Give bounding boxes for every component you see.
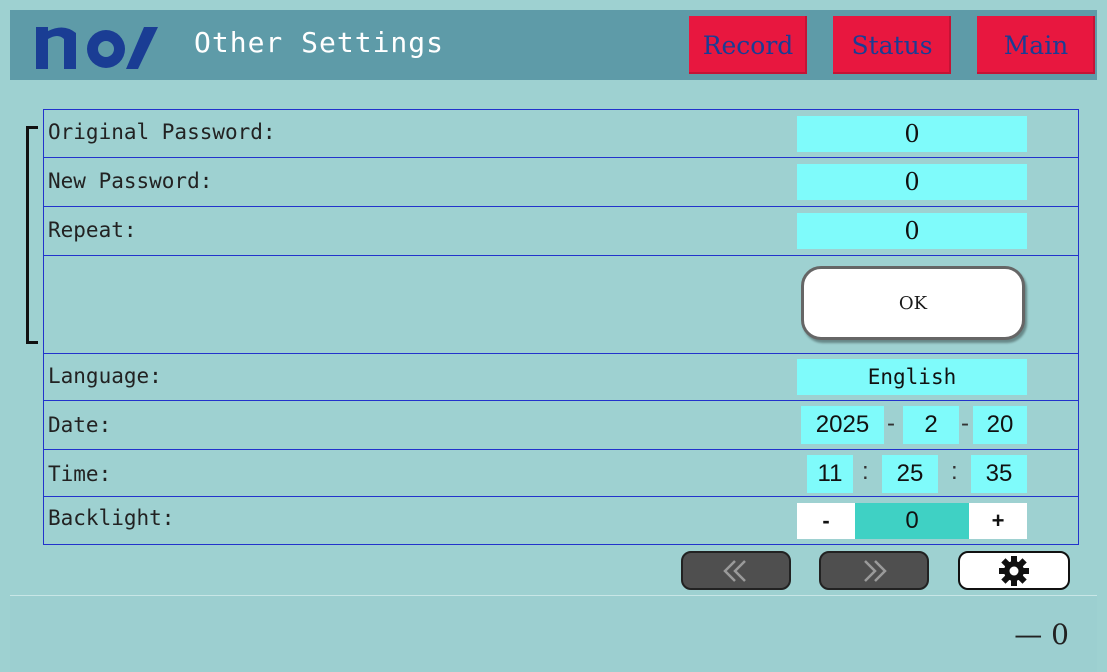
settings-button[interactable] [958, 551, 1070, 590]
backlight-increase-button[interactable]: + [969, 503, 1027, 539]
footer-value: — 0 [1014, 618, 1069, 651]
page-title: Other Settings [194, 26, 445, 59]
new-password-label: New Password: [48, 169, 213, 193]
previous-page-button[interactable] [681, 551, 791, 590]
original-password-label: Original Password: [48, 120, 276, 144]
settings-form: Original Password: 0 New Password: 0 Rep… [43, 109, 1079, 545]
new-password-row: New Password: 0 [44, 158, 1078, 207]
double-chevron-left-icon [723, 559, 746, 582]
password-group-bracket [26, 126, 38, 344]
time-separator: : [862, 458, 869, 485]
backlight-value: 0 [855, 503, 969, 539]
backlight-label: Backlight: [48, 506, 175, 530]
time-second-input[interactable]: 35 [971, 455, 1027, 493]
time-row: Time: 11 : 25 : 35 [44, 450, 1078, 497]
record-button[interactable]: Record [689, 16, 807, 74]
time-separator: : [951, 458, 958, 485]
time-minute-input[interactable]: 25 [882, 455, 938, 493]
time-label: Time: [48, 462, 112, 486]
repeat-password-input[interactable]: 0 [797, 213, 1027, 249]
date-row: Date: 2025 - 2 - 20 [44, 401, 1078, 450]
repeat-password-row: Repeat: 0 [44, 207, 1078, 256]
repeat-password-label: Repeat: [48, 218, 137, 242]
date-month-input[interactable]: 2 [903, 406, 959, 444]
new-password-input[interactable]: 0 [797, 164, 1027, 200]
date-separator: - [887, 410, 895, 437]
double-chevron-right-icon [864, 559, 887, 582]
gear-icon [999, 555, 1029, 586]
header-bar: Other Settings Record Status Main [10, 10, 1097, 80]
date-separator: - [961, 410, 969, 437]
backlight-row: Backlight: - 0 + [44, 497, 1078, 544]
language-row: Language: English [44, 354, 1078, 401]
status-button[interactable]: Status [833, 16, 951, 74]
main-button[interactable]: Main [977, 16, 1095, 74]
time-hour-input[interactable]: 11 [807, 455, 853, 493]
original-password-row: Original Password: 0 [44, 110, 1078, 158]
language-select[interactable]: English [797, 359, 1027, 395]
backlight-decrease-button[interactable]: - [797, 503, 855, 539]
status-footer: — 0 [10, 595, 1097, 672]
date-day-input[interactable]: 20 [973, 406, 1027, 444]
next-page-button[interactable] [819, 551, 929, 590]
date-label: Date: [48, 413, 112, 437]
ok-row: OK [44, 256, 1078, 354]
date-year-input[interactable]: 2025 [801, 406, 884, 444]
original-password-input[interactable]: 0 [797, 116, 1027, 152]
brand-logo [36, 27, 158, 70]
ok-button[interactable]: OK [801, 266, 1025, 340]
language-label: Language: [48, 364, 162, 388]
